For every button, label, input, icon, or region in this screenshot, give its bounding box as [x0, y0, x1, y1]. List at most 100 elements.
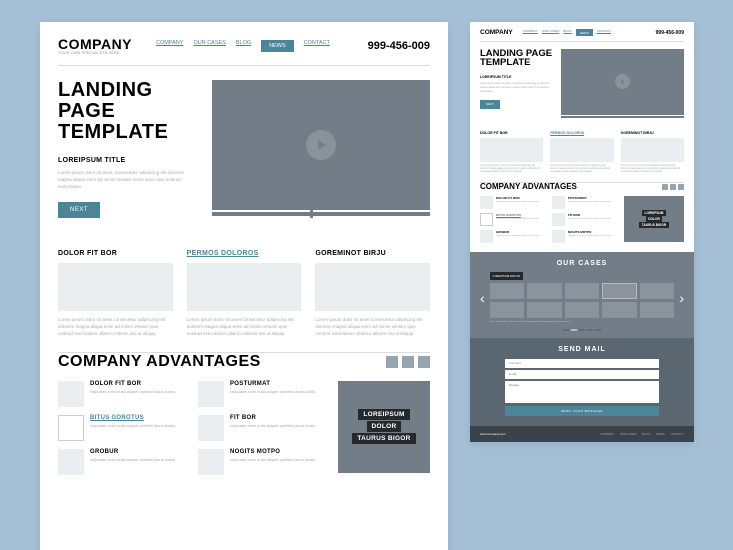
nav-blog[interactable]: BLOG: [563, 29, 571, 36]
adv-item: DOLOR FIT BORvulputate enim nulla alique…: [480, 196, 546, 209]
page-dot[interactable]: [571, 329, 577, 331]
video-slider[interactable]: [561, 116, 684, 118]
video-player[interactable]: [561, 49, 684, 115]
adv-item-title: POSTURMAT: [568, 196, 611, 200]
adv-item-title-link[interactable]: BITUS GOROTUS: [496, 213, 539, 217]
nav-company[interactable]: COMPANY: [156, 40, 183, 52]
cases-label: LOREIPSUM DOLOR: [490, 272, 523, 280]
fnav-contact[interactable]: CONTACT: [671, 432, 684, 436]
main-nav: COMPANY OUR CASES BLOG NEWS CONTACT: [156, 40, 330, 52]
col-title-link[interactable]: PERMOS DOLOROS: [550, 131, 613, 135]
dot[interactable]: [678, 184, 684, 190]
fnav-cases[interactable]: OUR CASES: [620, 432, 636, 436]
adv-item: GROBURvulputate enim nulla aliquet portt…: [58, 449, 186, 475]
name-input[interactable]: [505, 359, 659, 368]
col-title-link[interactable]: PERMOS DOLOROS: [187, 250, 302, 257]
thumb: [552, 213, 565, 226]
col-text: Lorem ipsum dolor sit amet consectetur a…: [58, 317, 173, 337]
nav-cases[interactable]: OUR CASES: [542, 29, 560, 36]
message-input[interactable]: [505, 381, 659, 403]
nav-news[interactable]: NEWS: [261, 40, 294, 52]
adv-item-text: vulputate enim nulla aliquet porttitor l…: [230, 389, 315, 395]
chevron-right-icon[interactable]: ›: [679, 290, 684, 306]
next-button[interactable]: NEXT: [58, 202, 100, 218]
col-title: DOLOR FIT BOR: [480, 131, 543, 135]
adv-feature: LOREIPSUM DOLOR TAURUS BIGOR: [624, 196, 684, 242]
dot[interactable]: [670, 184, 676, 190]
col-2: PERMOS DOLOROSLorem ipsum dolor sit amet…: [550, 131, 613, 175]
hero-subtitle: LOREIPSUM TITLE: [480, 75, 554, 79]
adv-item: BITUS GOROTUS vulputate enim nulla alique…: [58, 415, 186, 441]
adv-item: POSTURMATvulputate enim nulla aliquet po…: [552, 196, 618, 209]
dot[interactable]: [418, 356, 430, 368]
case-thumb[interactable]: [527, 283, 562, 299]
hero-lorem: Lorem ipsum dolor sit amet, consectetur …: [58, 170, 198, 190]
page-dot[interactable]: [595, 329, 601, 331]
page-dot[interactable]: [579, 329, 585, 331]
send-button[interactable]: SEND YOUR MESSAGE: [505, 406, 659, 416]
col-3: GOREMINOT BIRJU Lorem ipsum dolor sit am…: [315, 250, 430, 337]
hero-title: LANDING PAGE TEMPLATE: [58, 80, 198, 143]
next-button[interactable]: NEXT: [480, 100, 500, 109]
case-thumb[interactable]: [490, 283, 525, 299]
advantages: COMPANY ADVANTAGES DOLOR FIT BORvulputat…: [470, 182, 694, 252]
adv-grid: DOLOR FIT BOR vulputate enim nulla alique…: [58, 381, 430, 475]
video-player[interactable]: [212, 80, 430, 210]
dot[interactable]: [386, 356, 398, 368]
adv-title: COMPANY ADVANTAGES: [480, 182, 577, 191]
nav-company[interactable]: COMPANY: [523, 29, 538, 36]
adv-item: POSTURMATvulputate enim nulla aliquet po…: [198, 381, 326, 407]
case-thumb[interactable]: [602, 302, 637, 318]
dot[interactable]: [662, 184, 668, 190]
nav-blog[interactable]: BLOG: [236, 40, 251, 52]
adv-header: COMPANY ADVANTAGES: [480, 182, 684, 191]
case-thumb[interactable]: [640, 283, 675, 299]
adv-col-1: DOLOR FIT BORvulputate enim nulla alique…: [480, 196, 546, 243]
fnav-news[interactable]: NEWS: [656, 432, 664, 436]
thumb: [198, 449, 224, 475]
dot[interactable]: [402, 356, 414, 368]
advantages: COMPANY ADVANTAGES DOLOR FIT BORvulputat…: [40, 353, 448, 493]
col-image: [621, 138, 684, 162]
case-thumb[interactable]: [527, 302, 562, 318]
thumb: [480, 230, 493, 243]
mail-section: SEND MAIL SEND YOUR MESSAGE: [470, 338, 694, 426]
col-1: DOLOR FIT BORLorem ipsum dolor sit amet …: [480, 131, 543, 175]
case-thumb[interactable]: [565, 283, 600, 299]
case-thumb[interactable]: [602, 283, 637, 299]
nav-news[interactable]: NEWS: [576, 29, 593, 36]
footer-site: www.company.com: [480, 432, 506, 436]
adv-item-title: GROBUR: [90, 449, 175, 455]
case-thumb[interactable]: [490, 302, 525, 318]
adv-col-1: DOLOR FIT BOR vulputate enim nulla alique…: [58, 381, 186, 475]
nav-contact[interactable]: CONTACT: [597, 29, 611, 36]
adv-item-title: FIT BOR: [568, 213, 611, 217]
play-icon[interactable]: [306, 130, 336, 160]
page-dot[interactable]: [563, 329, 569, 331]
chevron-left-icon[interactable]: ‹: [480, 290, 485, 306]
adv-item-title: DOLOR FIT BOR: [90, 381, 175, 387]
thumb: [198, 381, 224, 407]
adv-grid: DOLOR FIT BORvulputate enim nulla alique…: [480, 196, 684, 243]
col-title: GOREMINOT BIRJU: [315, 250, 430, 257]
thumb: [58, 381, 84, 407]
fnav-company[interactable]: COMPANY: [600, 432, 614, 436]
hero-lorem: Lorem ipsum dolor sit amet, consectetur …: [480, 82, 554, 93]
nav-contact[interactable]: CONTACT: [304, 40, 330, 52]
page-dot[interactable]: [587, 329, 593, 331]
col-image: [58, 263, 173, 311]
play-icon[interactable]: [615, 74, 630, 89]
adv-item-title: NOGITS MOTPO: [568, 230, 611, 234]
case-thumb[interactable]: [565, 302, 600, 318]
adv-item: GROBURvulputate enim nulla aliquet portt…: [480, 230, 546, 243]
hero: LANDING PAGE TEMPLATE LOREIPSUM TITLE Lo…: [40, 66, 448, 232]
video-slider[interactable]: [212, 212, 430, 216]
email-input[interactable]: [505, 370, 659, 379]
adv-item-title: GROBUR: [496, 230, 539, 234]
nav-cases[interactable]: OUR CASES: [193, 40, 225, 52]
adv-item-title-link[interactable]: BITUS GOROTUS: [90, 415, 175, 421]
adv-item-text: vulputate enim nulla aliquet porttitor l…: [90, 423, 175, 429]
case-thumb[interactable]: [640, 302, 675, 318]
fnav-blog[interactable]: BLOG: [643, 432, 651, 436]
col-1: DOLOR FIT BOR Lorem ipsum dolor sit amet…: [58, 250, 173, 337]
